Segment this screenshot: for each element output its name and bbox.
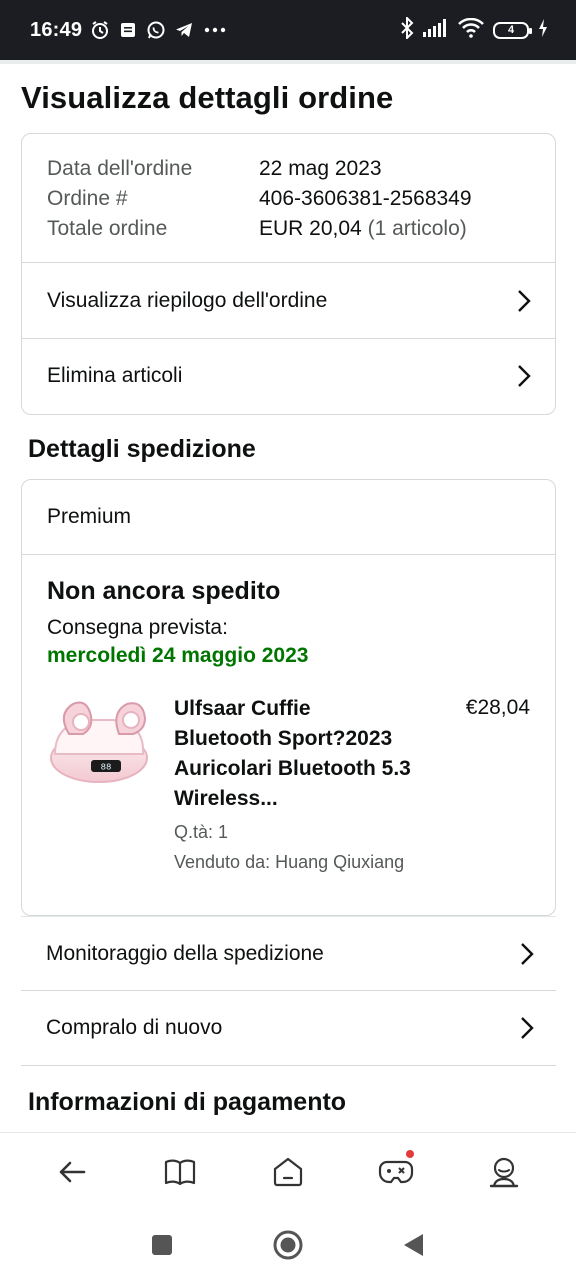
charging-icon — [538, 18, 548, 42]
view-order-summary-link[interactable]: Visualizza riepilogo dell'ordine — [22, 263, 555, 338]
library-button[interactable] — [150, 1142, 210, 1202]
alarm-icon — [90, 20, 110, 40]
system-navigation — [0, 1210, 576, 1280]
account-icon — [489, 1157, 519, 1187]
page-title: Visualizza dettagli ordine — [21, 80, 394, 115]
shipping-type: Premium — [22, 480, 555, 555]
bluetooth-icon — [400, 15, 414, 44]
top-divider — [0, 60, 576, 64]
payment-section-title: Informazioni di pagamento — [28, 1088, 347, 1116]
order-date-value: 22 mag 2023 — [259, 157, 382, 180]
book-icon — [164, 1159, 196, 1185]
item-info: Ulfsaar Cuffie Bluetooth Sport?2023 Auri… — [174, 694, 414, 874]
signal-icon — [423, 18, 449, 42]
order-number-label: Ordine # — [47, 187, 128, 210]
item-seller: Venduto da: Huang Qiuxiang — [174, 852, 405, 872]
battery-level: 4 — [507, 24, 515, 36]
status-bar: 16:49 4 — [0, 0, 576, 60]
buy-again-link[interactable]: Compralo di nuovo — [21, 991, 556, 1066]
order-summary-card: Data dell'ordine 22 mag 2023 Ordine # 40… — [21, 133, 556, 415]
triangle-back-icon — [404, 1234, 423, 1256]
bottom-navigation — [0, 1132, 576, 1210]
order-number-row: Ordine # 406-3606381-2568349 — [47, 184, 530, 214]
home-icon — [273, 1157, 303, 1186]
item-price: €28,04 — [465, 696, 530, 719]
order-total-value-wrap: EUR 20,04 (1 articolo) — [259, 214, 467, 244]
delivery-estimate-date: mercoledì 24 maggio 2023 — [47, 644, 309, 667]
games-button[interactable] — [366, 1142, 426, 1202]
order-date-label: Data dell'ordine — [47, 157, 193, 180]
delete-items-label: Elimina articoli — [47, 364, 183, 387]
system-back-button[interactable] — [394, 1225, 434, 1265]
square-icon — [152, 1235, 172, 1255]
product-image[interactable]: 88 — [47, 694, 151, 794]
back-button[interactable] — [42, 1142, 102, 1202]
case-display-value: 88 — [101, 763, 112, 773]
message-icon — [118, 20, 138, 40]
order-item: 88 Ulfsaar Cuffie Bluetooth Sport?2023 A… — [47, 694, 530, 874]
status-time: 16:49 — [30, 18, 83, 41]
order-total-label: Totale ordine — [47, 217, 168, 240]
shipping-section-title: Dettagli spedizione — [28, 435, 256, 463]
status-left: 16:49 — [30, 19, 228, 42]
wifi-icon — [458, 17, 484, 43]
chevron-right-icon — [515, 363, 533, 389]
order-summary-rows: Data dell'ordine 22 mag 2023 Ordine # 40… — [22, 134, 555, 263]
home-button[interactable] — [258, 1142, 318, 1202]
order-total-row: Totale ordine EUR 20,04 (1 articolo) — [47, 214, 530, 244]
chevron-right-icon — [518, 1015, 536, 1041]
shipment-body: Non ancora spedito Consegna prevista: me… — [22, 555, 555, 874]
more-icon — [202, 20, 228, 40]
delivery-estimate-label: Consegna prevista: — [47, 616, 228, 639]
product-title-link[interactable]: Ulfsaar Cuffie Bluetooth Sport?2023 Auri… — [174, 694, 414, 814]
shipment-status: Non ancora spedito — [47, 577, 281, 605]
telegram-icon — [174, 20, 194, 40]
account-button[interactable] — [474, 1142, 534, 1202]
order-total-item-count: (1 articolo) — [367, 217, 467, 240]
back-arrow-icon — [59, 1161, 86, 1182]
battery-icon: 4 — [493, 21, 532, 39]
order-total-value: EUR 20,04 — [259, 217, 362, 240]
circle-home-icon — [273, 1230, 303, 1260]
item-quantity: Q.tà: 1 — [174, 822, 229, 842]
order-number-value: 406-3606381-2568349 — [259, 187, 472, 210]
gamepad-icon — [378, 1160, 414, 1183]
system-home-button[interactable] — [268, 1225, 308, 1265]
track-package-label: Monitoraggio della spedizione — [46, 941, 324, 965]
recent-apps-button[interactable] — [142, 1225, 182, 1265]
whatsapp-icon — [146, 20, 166, 40]
view-order-summary-label: Visualizza riepilogo dell'ordine — [47, 288, 328, 312]
order-date-row: Data dell'ordine 22 mag 2023 — [47, 154, 530, 184]
notification-dot — [406, 1149, 414, 1158]
chevron-right-icon — [515, 288, 533, 314]
chevron-right-icon — [518, 941, 536, 967]
shipment-actions: Monitoraggio della spedizione Compralo d… — [21, 916, 556, 1066]
shipping-card: Premium Non ancora spedito Consegna prev… — [21, 479, 556, 916]
delete-items-link[interactable]: Elimina articoli — [22, 338, 555, 413]
buy-again-label: Compralo di nuovo — [46, 1016, 223, 1039]
status-right: 4 — [400, 15, 548, 44]
track-package-link[interactable]: Monitoraggio della spedizione — [21, 916, 556, 991]
